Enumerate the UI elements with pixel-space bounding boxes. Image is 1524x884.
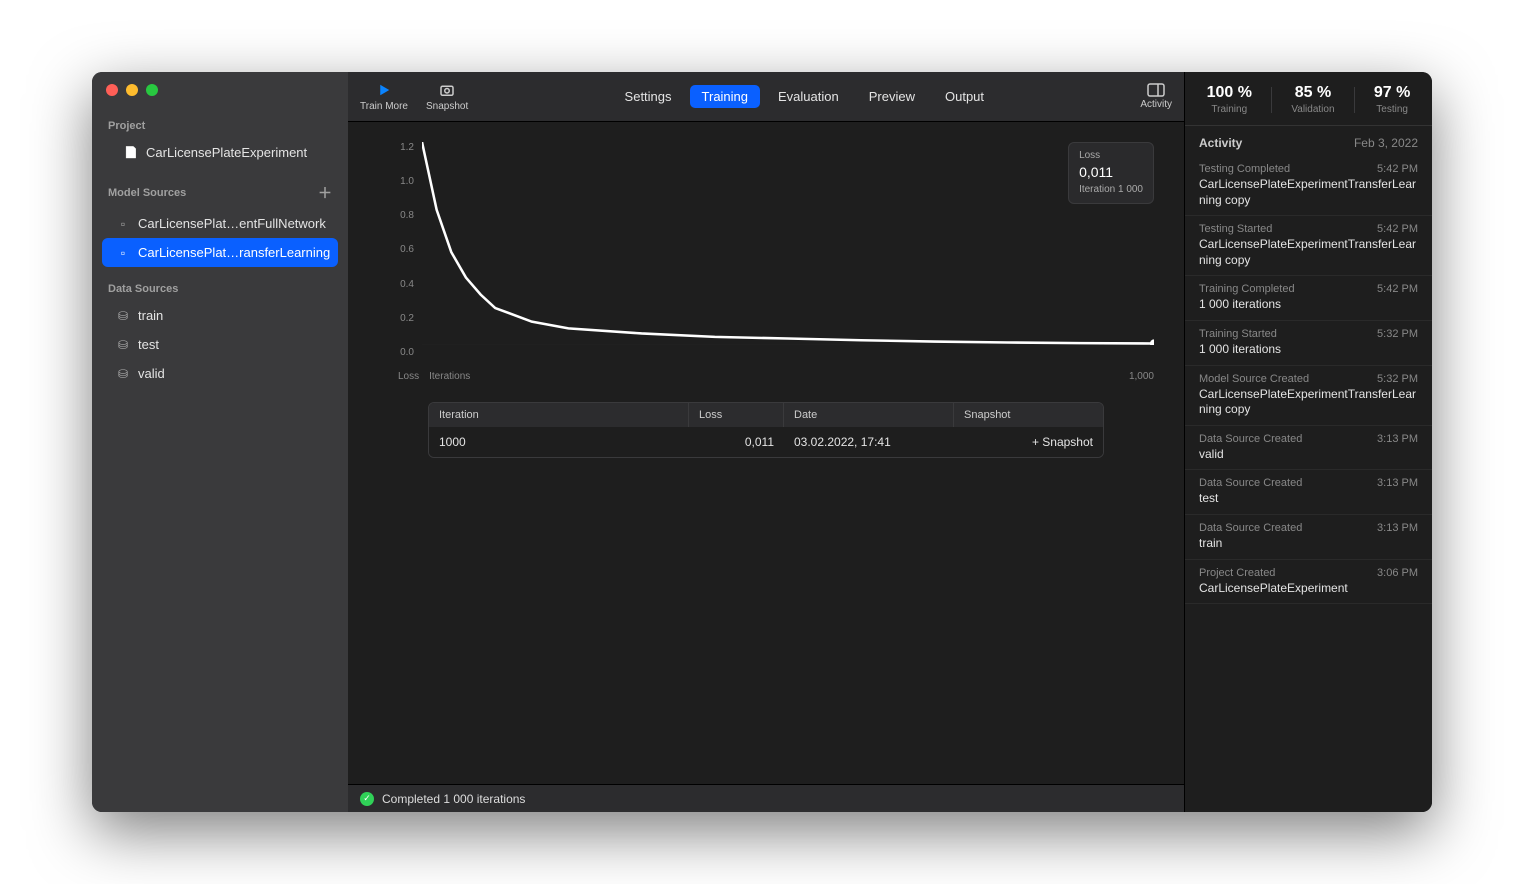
x-axis: Loss Iterations 1,000 [398, 371, 1154, 382]
right-panel: 100 % Training 85 % Validation 97 % Test… [1184, 72, 1432, 812]
activity-item[interactable]: Data Source Created3:13 PMvalid [1185, 426, 1432, 471]
activity-item[interactable]: Data Source Created3:13 PMtrain [1185, 515, 1432, 560]
status-bar: ✓ Completed 1 000 iterations [348, 784, 1184, 812]
loss-chart: Loss 0,011 Iteration 1 000 1.21.00.80.60… [398, 142, 1154, 382]
tab-training[interactable]: Training [690, 85, 760, 108]
panel-icon [1147, 83, 1165, 97]
project-section-label: Project [102, 114, 338, 138]
training-content: Loss 0,011 Iteration 1 000 1.21.00.80.60… [348, 122, 1184, 784]
activity-item[interactable]: Data Source Created3:13 PMtest [1185, 470, 1432, 515]
chart-svg [422, 142, 1154, 345]
database-icon [116, 338, 130, 352]
model-source-item[interactable]: CarLicensePlat…entFullNetwork [102, 209, 338, 238]
table-row[interactable]: 1000 0,011 03.02.2022, 17:41 + Snapshot [429, 427, 1103, 457]
data-source-item[interactable]: valid [102, 359, 338, 388]
project-item[interactable]: CarLicensePlateExperiment [102, 138, 338, 167]
activity-item[interactable]: Testing Started5:42 PMCarLicensePlateExp… [1185, 216, 1432, 276]
snapshot-button[interactable]: Snapshot [426, 81, 468, 112]
y-axis-ticks: 1.21.00.80.60.40.20.0 [398, 142, 418, 358]
document-icon [124, 146, 138, 160]
model-icon [116, 246, 130, 260]
maximize-button[interactable] [146, 84, 158, 96]
add-snapshot-link[interactable]: + Snapshot [954, 427, 1103, 457]
iterations-table: Iteration Loss Date Snapshot 1000 0,011 … [428, 402, 1104, 458]
metric-validation: 85 % Validation [1291, 84, 1334, 115]
metric-training: 100 % Training [1207, 84, 1252, 115]
close-button[interactable] [106, 84, 118, 96]
model-icon [116, 217, 130, 231]
table-header: Iteration Loss Date Snapshot [429, 403, 1103, 427]
add-model-source-button[interactable]: ＋ [318, 183, 332, 203]
minimize-button[interactable] [126, 84, 138, 96]
database-icon [116, 309, 130, 323]
metric-testing: 97 % Testing [1374, 84, 1410, 115]
model-sources-label: Model Sources ＋ [102, 177, 338, 209]
sidebar: Project CarLicensePlateExperiment Model … [92, 72, 348, 812]
status-text: Completed 1 000 iterations [382, 792, 525, 806]
activity-item[interactable]: Project Created3:06 PMCarLicensePlateExp… [1185, 560, 1432, 605]
data-source-item[interactable]: test [102, 330, 338, 359]
model-source-item-selected[interactable]: CarLicensePlat…ransferLearning [102, 238, 338, 267]
database-icon [116, 367, 130, 381]
window-controls [102, 84, 338, 114]
activity-toggle-button[interactable]: Activity [1140, 83, 1172, 110]
tab-evaluation[interactable]: Evaluation [766, 85, 851, 108]
tab-settings[interactable]: Settings [613, 85, 684, 108]
toolbar: Train More Snapshot Settings Training Ev… [348, 72, 1184, 122]
tab-output[interactable]: Output [933, 85, 996, 108]
activity-list: Testing Completed5:42 PMCarLicensePlateE… [1185, 156, 1432, 812]
activity-item[interactable]: Testing Completed5:42 PMCarLicensePlateE… [1185, 156, 1432, 216]
camera-icon [438, 81, 456, 99]
activity-item[interactable]: Model Source Created5:32 PMCarLicensePla… [1185, 366, 1432, 426]
tab-preview[interactable]: Preview [857, 85, 927, 108]
data-sources-label: Data Sources [102, 277, 338, 301]
metrics-row: 100 % Training 85 % Validation 97 % Test… [1185, 72, 1432, 126]
main-panel: Train More Snapshot Settings Training Ev… [348, 72, 1184, 812]
project-name: CarLicensePlateExperiment [146, 145, 307, 160]
play-icon [375, 81, 393, 99]
activity-item[interactable]: Training Completed5:42 PM1 000 iteration… [1185, 276, 1432, 321]
success-icon: ✓ [360, 792, 374, 806]
activity-item[interactable]: Training Started5:32 PM1 000 iterations [1185, 321, 1432, 366]
data-source-item[interactable]: train [102, 301, 338, 330]
train-more-button[interactable]: Train More [360, 81, 408, 112]
activity-header: Activity Feb 3, 2022 [1185, 126, 1432, 156]
tabs: Settings Training Evaluation Preview Out… [613, 85, 996, 108]
app-window: Project CarLicensePlateExperiment Model … [92, 72, 1432, 812]
